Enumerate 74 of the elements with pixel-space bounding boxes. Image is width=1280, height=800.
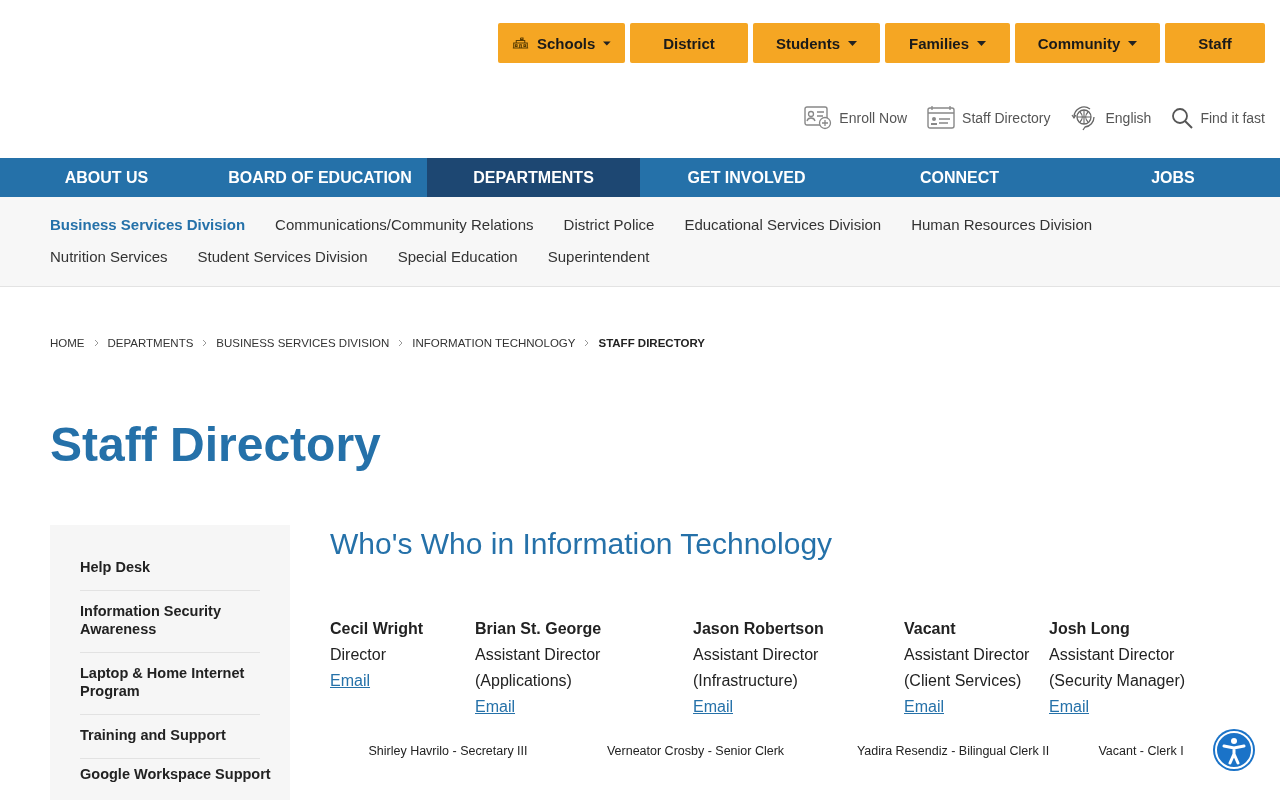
subnav-link[interactable]: Communications/Community Relations <box>275 215 534 234</box>
nav-button[interactable]: District <box>630 23 748 63</box>
subnav-link[interactable]: District Police <box>563 215 655 234</box>
staff-role: (Client Services) <box>904 671 1022 691</box>
nav-button[interactable]: Staff <box>1165 23 1265 63</box>
accessibility-button[interactable] <box>1213 729 1255 771</box>
staff-role: (Infrastructure) <box>693 671 798 691</box>
subnav-link[interactable]: Student Services Division <box>197 247 368 266</box>
chevron-icon <box>93 339 99 347</box>
support-staff-entry: Verneator Crosby - Senior Clerk <box>606 744 785 758</box>
subnav-link[interactable]: Superintendent <box>547 247 650 266</box>
staff-role: Assistant Director <box>693 645 819 665</box>
subnav-link[interactable]: Special Education <box>397 247 518 266</box>
staff-role: (Security Manager) <box>1049 671 1186 691</box>
support-staff-entry: Shirley Havrilo - Secretary III <box>368 744 528 758</box>
nav-tab[interactable]: CONNECT <box>853 158 1066 197</box>
school-building-icon <box>512 36 529 50</box>
nav-button[interactable]: Community <box>1015 23 1160 63</box>
utility-link[interactable]: Enroll Now <box>804 106 908 130</box>
staff-name: Josh Long <box>1049 619 1130 639</box>
caret-icon <box>848 40 858 46</box>
staff-role: (Applications) <box>475 671 572 691</box>
sidebar-item[interactable]: Training and Support <box>80 715 260 759</box>
staff-name: Brian St. George <box>475 619 602 639</box>
directory-card-icon <box>927 105 956 131</box>
staff-role: Director <box>330 645 386 665</box>
nav-button[interactable]: Families <box>885 23 1010 63</box>
breadcrumb-link[interactable]: INFORMATION TECHNOLOGY <box>412 337 576 349</box>
email-link[interactable]: Email <box>475 694 515 720</box>
sidebar-item[interactable]: Information Security Awareness <box>80 591 260 653</box>
email-link[interactable]: Email <box>904 694 944 720</box>
nav-tab[interactable]: DEPARTMENTS <box>427 158 640 197</box>
search-icon <box>1171 107 1194 129</box>
subnav-link[interactable]: Nutrition Services <box>50 247 168 266</box>
staff-role: Assistant Director <box>904 645 1030 665</box>
support-staff-entry: Yadira Resendiz - Bilingual Clerk II <box>856 744 1050 758</box>
nav-button[interactable]: Schools <box>498 23 625 63</box>
nav-tab[interactable]: GET INVOLVED <box>640 158 853 197</box>
staff-name: Jason Robertson <box>693 619 824 639</box>
nav-button[interactable]: Students <box>753 23 880 63</box>
staff-name: Cecil Wright <box>330 619 424 639</box>
page-title: Staff Directory <box>50 417 382 473</box>
subnav-link[interactable]: Business Services Division <box>50 215 246 234</box>
breadcrumb-link[interactable]: HOME <box>50 337 85 349</box>
chevron-icon <box>398 339 404 347</box>
email-link[interactable]: Email <box>1049 694 1089 720</box>
sidebar-item[interactable]: Google Workspace Support <box>80 759 282 797</box>
email-link[interactable]: Email <box>693 694 733 720</box>
breadcrumb-link[interactable]: STAFF DIRECTORY <box>598 337 705 349</box>
id-card-plus-icon <box>804 106 833 130</box>
staff-role: Assistant Director <box>475 645 601 665</box>
utility-link[interactable]: Find it fast <box>1171 107 1265 129</box>
subnav-link[interactable]: Human Resources Division <box>911 215 1093 234</box>
caret-icon <box>603 40 611 46</box>
breadcrumb-link[interactable]: BUSINESS SERVICES DIVISION <box>216 337 390 349</box>
nav-tab[interactable]: BOARD OF EDUCATION <box>213 158 427 197</box>
accessibility-icon <box>1214 730 1254 770</box>
nav-tab[interactable]: JOBS <box>1066 158 1280 197</box>
caret-icon <box>977 40 986 46</box>
support-staff-entry: Vacant - Clerk I <box>1098 744 1184 758</box>
sidebar-item[interactable]: Laptop & Home Internet Program <box>80 653 260 715</box>
utility-link[interactable]: English <box>1070 104 1152 132</box>
utility-link[interactable]: Staff Directory <box>927 105 1051 131</box>
caret-icon <box>1128 40 1138 46</box>
nav-tab[interactable]: ABOUT US <box>0 158 213 197</box>
subnav-link[interactable]: Educational Services Division <box>684 215 882 234</box>
sidebar-item[interactable]: Help Desk <box>80 547 260 591</box>
staff-role: Assistant Director <box>1049 645 1175 665</box>
section-heading: Who's Who in Information Technology <box>330 527 834 561</box>
email-link[interactable]: Email <box>330 668 370 694</box>
breadcrumb-link[interactable]: DEPARTMENTS <box>107 337 194 349</box>
chevron-icon <box>584 339 590 347</box>
staff-name: Vacant <box>904 619 956 639</box>
chevron-icon <box>202 339 208 347</box>
